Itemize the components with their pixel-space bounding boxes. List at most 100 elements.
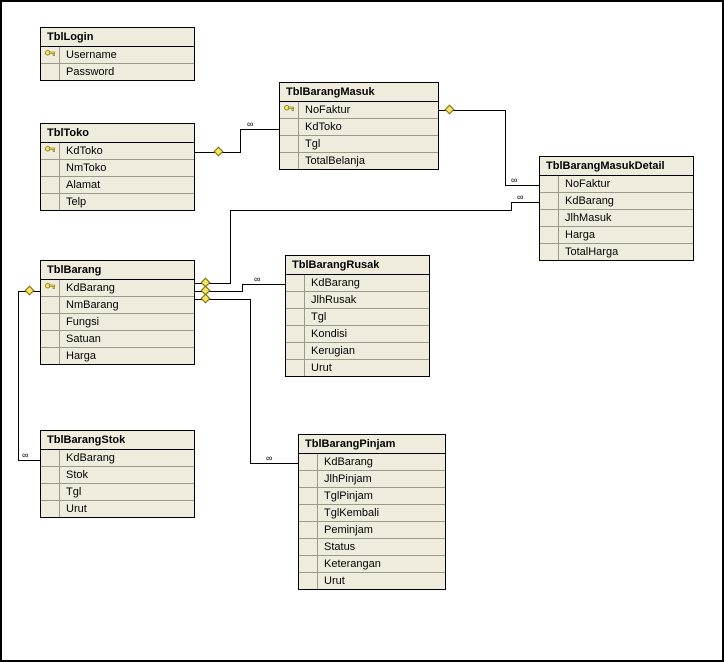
- rel-line: [18, 291, 19, 461]
- rel-line: [240, 129, 241, 153]
- table-field-row[interactable]: Kerugian: [286, 342, 429, 359]
- field-key-cell: [41, 348, 60, 364]
- table-title: TblBarangMasuk: [280, 83, 438, 102]
- field-name: KdToko: [299, 119, 438, 135]
- table-field-row[interactable]: Stok: [41, 466, 194, 483]
- table-field-row[interactable]: Harga: [41, 347, 194, 364]
- er-diagram-canvas: TblLogin UsernamePassword TblToko KdToko…: [0, 0, 724, 662]
- table-field-row[interactable]: NmToko: [41, 159, 194, 176]
- table-field-row[interactable]: Tgl: [280, 135, 438, 152]
- field-key-cell: [41, 314, 60, 330]
- table-field-row[interactable]: KdToko: [280, 118, 438, 135]
- table-field-row[interactable]: KdToko: [41, 143, 194, 159]
- table-tbllogin[interactable]: TblLogin UsernamePassword: [40, 27, 195, 81]
- table-title: TblToko: [41, 124, 194, 143]
- table-field-row[interactable]: TglPinjam: [299, 487, 445, 504]
- field-name: Telp: [60, 194, 194, 210]
- table-field-row[interactable]: Fungsi: [41, 313, 194, 330]
- field-key-cell: [41, 331, 60, 347]
- field-key-cell: [299, 573, 318, 589]
- table-field-row[interactable]: Tgl: [286, 308, 429, 325]
- table-field-row[interactable]: Username: [41, 47, 194, 63]
- field-key-cell: [286, 360, 305, 376]
- rel-line: [250, 299, 251, 464]
- table-field-row[interactable]: Satuan: [41, 330, 194, 347]
- table-field-row[interactable]: KdBarang: [540, 192, 693, 209]
- field-name: NmBarang: [60, 297, 194, 313]
- table-tblbarangpinjam[interactable]: TblBarangPinjam KdBarangJlhPinjamTglPinj…: [298, 434, 446, 590]
- field-key-cell: [41, 501, 60, 517]
- table-field-row[interactable]: TotalBelanja: [280, 152, 438, 169]
- table-tblbarangmasuk[interactable]: TblBarangMasuk NoFakturKdTokoTglTotalBel…: [279, 82, 439, 170]
- table-field-row[interactable]: TotalHarga: [540, 243, 693, 260]
- table-title: TblBarangPinjam: [299, 435, 445, 454]
- table-tblbarangmasukdetail[interactable]: TblBarangMasukDetail NoFakturKdBarangJlh…: [539, 156, 694, 261]
- table-field-row[interactable]: KdBarang: [41, 450, 194, 466]
- field-key-cell: [286, 326, 305, 342]
- table-field-row[interactable]: TglKembali: [299, 504, 445, 521]
- field-key-cell: [280, 136, 299, 152]
- field-key-cell: [540, 227, 559, 243]
- table-field-row[interactable]: Keterangan: [299, 555, 445, 572]
- table-tbltoko[interactable]: TblToko KdTokoNmTokoAlamatTelp: [40, 123, 195, 211]
- rel-line: [505, 110, 506, 185]
- table-field-row[interactable]: JlhMasuk: [540, 209, 693, 226]
- table-field-row[interactable]: NoFaktur: [280, 102, 438, 118]
- rel-end-many-icon: ∞: [254, 275, 260, 284]
- field-name: KdBarang: [60, 280, 194, 296]
- table-field-row[interactable]: Urut: [41, 500, 194, 517]
- field-name: Fungsi: [60, 314, 194, 330]
- field-name: NmToko: [60, 160, 194, 176]
- table-field-row[interactable]: Urut: [299, 572, 445, 589]
- table-field-row[interactable]: JlhRusak: [286, 291, 429, 308]
- table-tblbarangstok[interactable]: TblBarangStok KdBarangStokTglUrut: [40, 430, 195, 518]
- key-icon: [283, 104, 295, 116]
- table-field-row[interactable]: NoFaktur: [540, 176, 693, 192]
- field-key-cell: [540, 193, 559, 209]
- table-field-row[interactable]: Alamat: [41, 176, 194, 193]
- field-name: Harga: [60, 348, 194, 364]
- table-title: TblBarang: [41, 261, 194, 280]
- field-key-cell: [41, 177, 60, 193]
- table-field-row[interactable]: KdBarang: [299, 454, 445, 470]
- rel-end-many-icon: ∞: [247, 120, 253, 129]
- table-field-row[interactable]: Harga: [540, 226, 693, 243]
- field-name: Tgl: [60, 484, 194, 500]
- rel-line: [242, 284, 285, 285]
- field-key-cell: [280, 119, 299, 135]
- rel-end-key-icon: [25, 286, 35, 296]
- rel-line: [240, 129, 279, 130]
- table-tblbarangrusak[interactable]: TblBarangRusak KdBarangJlhRusakTglKondis…: [285, 255, 430, 377]
- primary-key-icon: [41, 47, 60, 63]
- field-key-cell: [299, 539, 318, 555]
- table-field-row[interactable]: KdBarang: [286, 275, 429, 291]
- field-name: KdBarang: [60, 450, 194, 466]
- table-field-row[interactable]: Peminjam: [299, 521, 445, 538]
- table-field-row[interactable]: Urut: [286, 359, 429, 376]
- table-fields: UsernamePassword: [41, 47, 194, 80]
- table-tblbarang[interactable]: TblBarang KdBarangNmBarangFungsiSatuanHa…: [40, 260, 195, 365]
- rel-line: [250, 463, 298, 464]
- field-name: KdToko: [60, 143, 194, 159]
- field-name: TglPinjam: [318, 488, 445, 504]
- field-key-cell: [299, 556, 318, 572]
- field-key-cell: [280, 153, 299, 169]
- table-field-row[interactable]: Password: [41, 63, 194, 80]
- table-field-row[interactable]: Kondisi: [286, 325, 429, 342]
- table-field-row[interactable]: NmBarang: [41, 296, 194, 313]
- field-name: Kondisi: [305, 326, 429, 342]
- field-key-cell: [41, 484, 60, 500]
- table-field-row[interactable]: KdBarang: [41, 280, 194, 296]
- field-name: TotalBelanja: [299, 153, 438, 169]
- field-name: NoFaktur: [299, 102, 438, 118]
- table-field-row[interactable]: JlhPinjam: [299, 470, 445, 487]
- rel-line: [505, 185, 539, 186]
- field-name: Alamat: [60, 177, 194, 193]
- field-key-cell: [286, 275, 305, 291]
- table-field-row[interactable]: Status: [299, 538, 445, 555]
- key-icon: [44, 49, 56, 61]
- table-field-row[interactable]: Telp: [41, 193, 194, 210]
- field-key-cell: [299, 471, 318, 487]
- table-field-row[interactable]: Tgl: [41, 483, 194, 500]
- field-key-cell: [41, 64, 60, 80]
